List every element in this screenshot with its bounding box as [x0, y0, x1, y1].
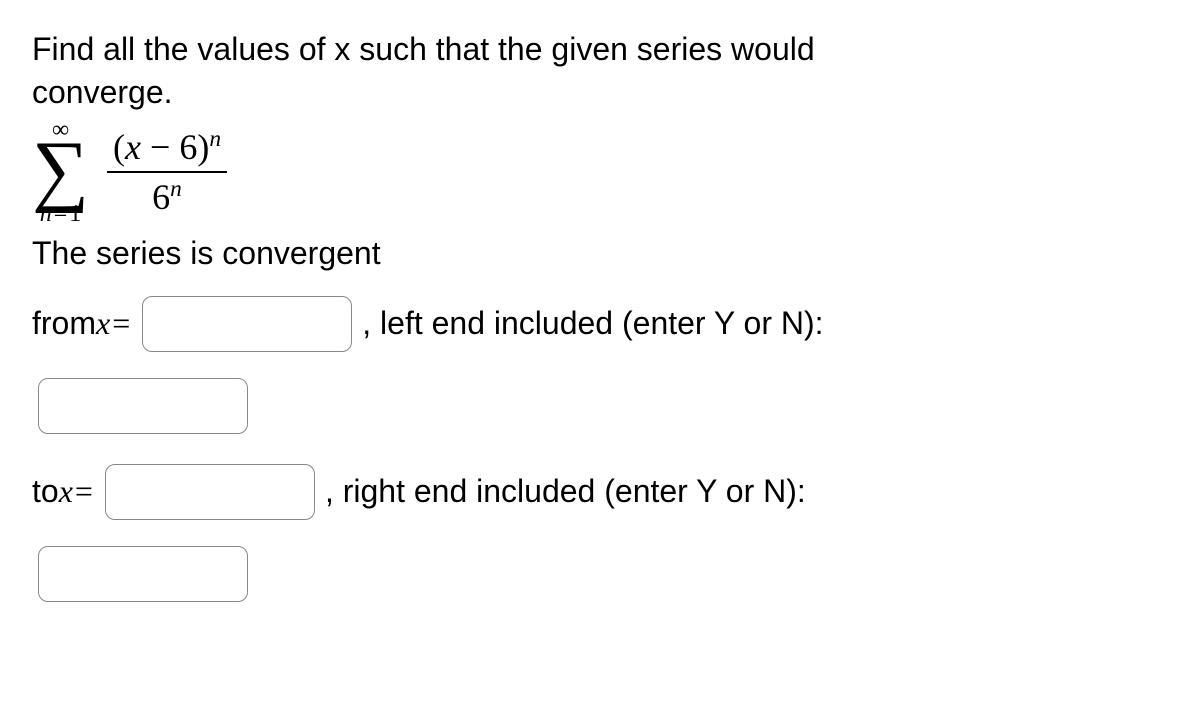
right-end-included-input[interactable] — [38, 546, 248, 602]
fraction-bar — [107, 171, 227, 173]
left-end-included-input[interactable] — [38, 378, 248, 434]
sigma-block: ∞ ∑ n=1 — [32, 118, 89, 226]
left-end-included-row — [32, 378, 1168, 434]
denominator: 6n — [146, 175, 188, 219]
series-term: (x − 6)n 6n — [107, 125, 227, 219]
to-suffix: , right end included (enter Y or N): — [325, 470, 806, 513]
from-row: from x = , left end included (enter Y or… — [32, 296, 1168, 352]
problem-line2: converge. — [32, 74, 173, 110]
numerator: (x − 6)n — [107, 125, 227, 169]
from-x-input[interactable] — [142, 296, 352, 352]
to-eq: = — [75, 470, 93, 513]
to-prefix: to — [32, 470, 59, 513]
to-var: x — [59, 470, 73, 513]
to-x-input[interactable] — [105, 464, 315, 520]
from-eq: = — [112, 302, 130, 345]
from-suffix: , left end included (enter Y or N): — [362, 302, 823, 345]
sigma-symbol: ∑ — [32, 140, 89, 200]
from-var: x — [96, 302, 110, 345]
right-end-included-row — [32, 546, 1168, 602]
sigma-lower: n=1 — [40, 202, 82, 226]
problem-line1: Find all the values of x such that the g… — [32, 31, 815, 67]
problem-statement: Find all the values of x such that the g… — [32, 28, 1168, 114]
series-formula: ∞ ∑ n=1 (x − 6)n 6n — [32, 118, 1168, 226]
convergent-text: The series is convergent — [32, 232, 1168, 275]
to-row: to x = , right end included (enter Y or … — [32, 464, 1168, 520]
from-prefix: from — [32, 302, 96, 345]
